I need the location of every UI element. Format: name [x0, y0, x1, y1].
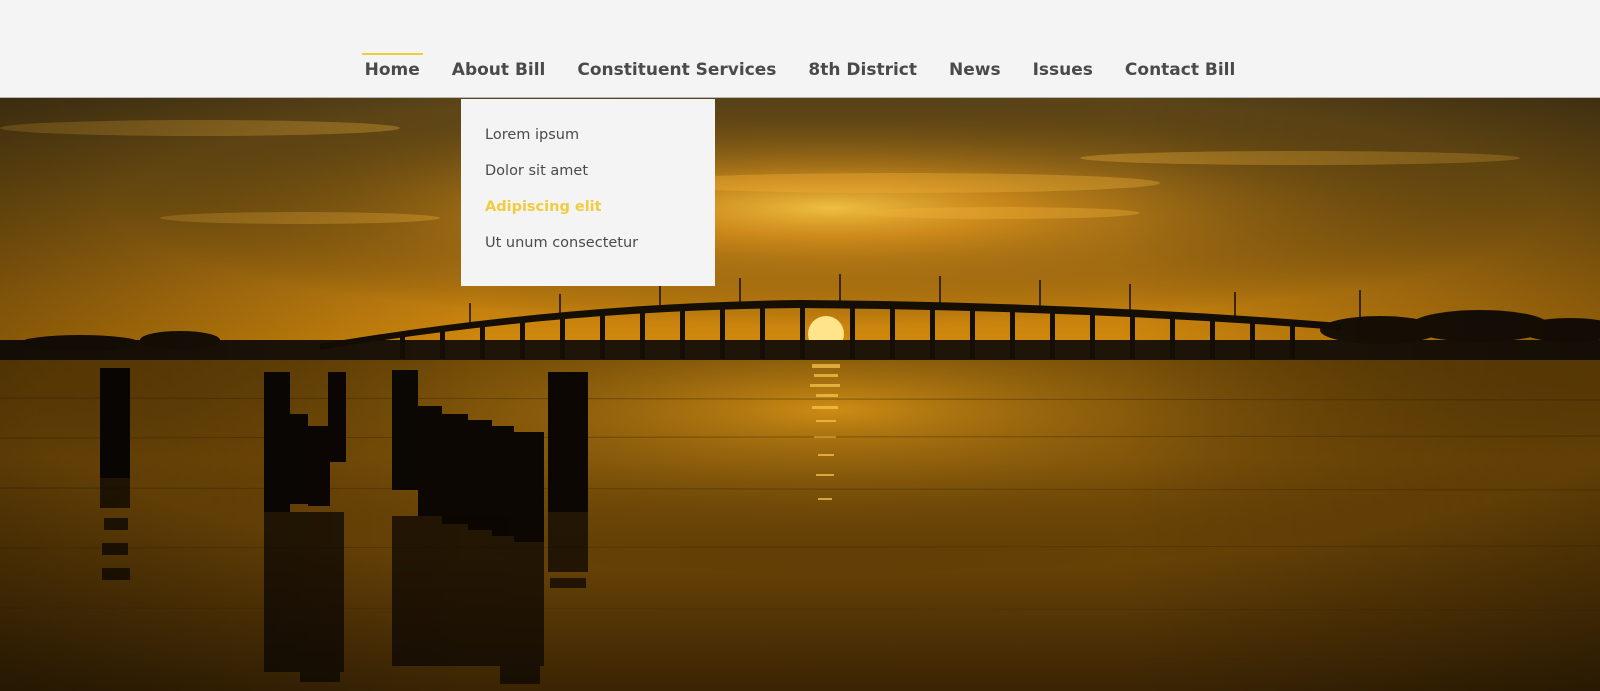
nav-item-news[interactable]: News: [933, 50, 1017, 80]
dropdown-item-ut-unum-consectetur[interactable]: Ut unum consectetur: [461, 233, 715, 269]
nav-item-issues[interactable]: Issues: [1017, 50, 1109, 80]
nav-item-about-bill[interactable]: About Bill: [436, 50, 562, 80]
nav-item-label: Home: [364, 60, 420, 80]
hero-image: [0, 98, 1600, 691]
nav-item-label: 8th District: [808, 60, 917, 80]
dropdown-item-lorem-ipsum[interactable]: Lorem ipsum: [461, 125, 715, 161]
dropdown-item-dolor-sit-amet[interactable]: Dolor sit amet: [461, 161, 715, 197]
nav-item-label: Constituent Services: [577, 60, 777, 80]
nav-item-contact-bill[interactable]: Contact Bill: [1109, 50, 1251, 80]
dropdown-item-adipiscing-elit[interactable]: Adipiscing elit: [461, 197, 715, 233]
about-bill-dropdown-menu: Lorem ipsum Dolor sit amet Adipiscing el…: [461, 99, 715, 286]
nav-item-label: About Bill: [451, 60, 546, 80]
page: Home About Bill Constituent Services 8th…: [0, 0, 1600, 691]
nav-item-label: Contact Bill: [1124, 60, 1236, 80]
main-nav: Home About Bill Constituent Services 8th…: [0, 50, 1600, 80]
nav-item-label: Issues: [1032, 60, 1093, 80]
nav-item-8th-district[interactable]: 8th District: [792, 50, 933, 80]
nav-item-constituent-services[interactable]: Constituent Services: [561, 50, 792, 80]
sunset-bridge-image: [0, 98, 1600, 691]
active-nav-indicator: [361, 53, 423, 55]
nav-item-home[interactable]: Home: [349, 50, 436, 80]
nav-item-label: News: [949, 60, 1001, 80]
top-navigation-bar: Home About Bill Constituent Services 8th…: [0, 0, 1600, 98]
